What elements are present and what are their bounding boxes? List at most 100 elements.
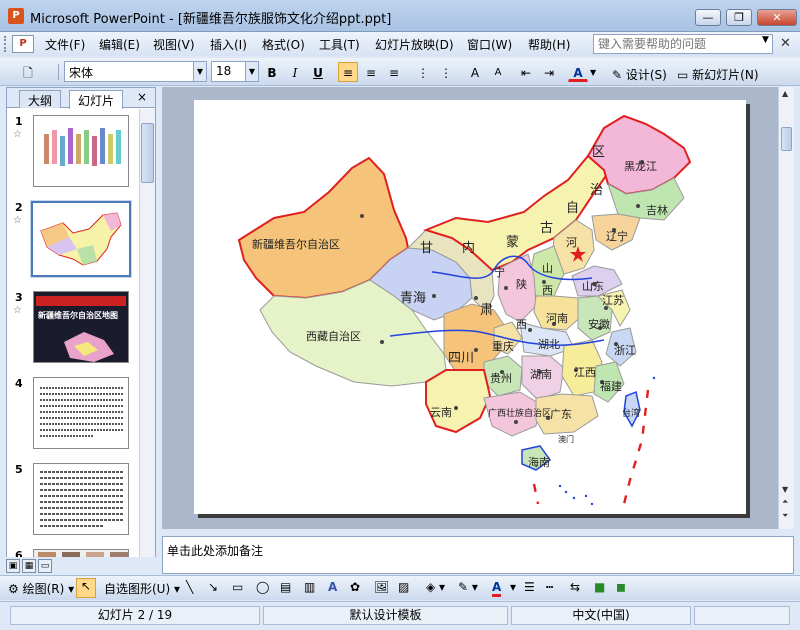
rectangle-tool-icon[interactable]: ▭ <box>232 580 243 594</box>
region-yunnan <box>425 369 492 434</box>
slide5-text-preview <box>40 471 124 527</box>
oval-tool-icon[interactable]: ◯ <box>256 580 269 594</box>
powerpoint-app-icon[interactable]: P <box>8 8 24 24</box>
font-name-dropdown-icon[interactable]: ▼ <box>193 61 207 82</box>
italic-button[interactable]: I <box>285 62 305 82</box>
slide-thumbnail[interactable] <box>33 115 129 187</box>
numbered-list-icon[interactable]: ⋮ <box>413 62 433 82</box>
restore-button[interactable]: ❐ <box>726 9 752 26</box>
new-slide-button[interactable]: ▭ 新幻灯片(N) <box>677 66 759 83</box>
next-slide-icon[interactable]: ⏷ <box>782 511 788 521</box>
slide1-preview <box>44 128 121 166</box>
pane-close-icon[interactable]: × <box>137 90 147 104</box>
3d-style-icon[interactable]: ◼ <box>616 580 626 594</box>
increase-indent-icon[interactable]: ⇥ <box>539 62 559 82</box>
scroll-up-icon[interactable]: ▲ <box>782 89 788 98</box>
menu-slideshow[interactable]: 幻灯片放映(D) <box>375 36 454 53</box>
align-right-icon[interactable]: ≡ <box>384 62 404 82</box>
slide-thumbnail[interactable]: 新疆维吾尔自治区地图 <box>33 291 129 363</box>
font-color-dropdown-icon[interactable]: ▼ <box>590 68 596 77</box>
close-button[interactable]: ✕ <box>757 9 797 26</box>
shadow-style-icon[interactable]: ■ <box>594 580 605 594</box>
dash-style-icon[interactable]: ┅ <box>546 580 553 594</box>
draw-menu-button[interactable]: ⚙ 绘图(R) ▾ <box>8 580 74 597</box>
picture-icon[interactable]: ▨ <box>398 580 409 594</box>
menu-help[interactable]: 帮助(H) <box>528 36 570 53</box>
menu-window[interactable]: 窗口(W) <box>467 36 512 53</box>
tab-outline[interactable]: 大纲 <box>19 90 62 108</box>
minimize-button[interactable]: — <box>695 9 721 26</box>
previous-slide-icon[interactable]: ⏶ <box>782 497 788 507</box>
select-pointer-icon[interactable]: ↖ <box>76 578 96 598</box>
underline-button[interactable]: U <box>308 62 328 82</box>
increase-font-icon[interactable]: A <box>465 62 485 82</box>
label-su: 肃 <box>480 303 493 318</box>
menu-insert[interactable]: 插入(I) <box>210 36 247 53</box>
notes-pane[interactable]: 单击此处添加备注 <box>162 536 794 574</box>
slide4-text-preview <box>40 387 124 437</box>
slide3-preview <box>64 332 114 362</box>
label-ningxia: 宁 <box>494 265 505 279</box>
font-name-select[interactable]: 宋体 <box>64 61 194 82</box>
slide-number: 2 <box>15 201 23 214</box>
label-zi: 自 <box>566 201 579 216</box>
fill-color-icon[interactable]: ◈ ▾ <box>426 580 445 594</box>
current-slide[interactable]: 黑龙江 吉林 辽宁 新疆维吾尔自治区 西藏自治区 青海 甘 肃 内 蒙 古 自 … <box>194 100 746 514</box>
document-close-icon[interactable]: ✕ <box>780 36 791 51</box>
menu-format[interactable]: 格式(O) <box>262 36 305 53</box>
slide-thumbnail[interactable] <box>33 377 129 449</box>
font-color-icon[interactable]: A <box>568 62 588 82</box>
document-icon[interactable]: P <box>12 35 34 53</box>
bullet-list-icon[interactable]: ⋮ <box>436 62 456 82</box>
vertical-textbox-icon[interactable]: ▥ <box>304 580 315 594</box>
label-jilin: 吉林 <box>646 203 668 217</box>
line-style-icon[interactable]: ☰ <box>524 580 535 594</box>
design-template[interactable]: 默认设计模板 <box>263 606 508 625</box>
slide-thumbnail[interactable] <box>33 463 129 535</box>
thumbnails-scrollbar[interactable] <box>139 109 155 557</box>
new-document-icon[interactable]: 🗋 <box>18 62 38 82</box>
wordart-icon[interactable]: A <box>328 580 337 594</box>
slide-scrollbar[interactable]: ▲ ▼ ⏶ ⏷ <box>778 87 794 529</box>
menu-edit[interactable]: 编辑(E) <box>99 36 140 53</box>
scrollbar-thumb[interactable] <box>141 123 154 183</box>
font-size-select[interactable]: 18 <box>211 61 247 82</box>
menu-view[interactable]: 视图(V) <box>153 36 195 53</box>
autoshapes-menu-button[interactable]: 自选图形(U) ▾ <box>104 580 180 597</box>
status-empty-cell <box>694 606 790 625</box>
menu-tools[interactable]: 工具(T) <box>319 36 360 53</box>
scrollbar-thumb[interactable] <box>781 127 792 151</box>
font-color-dropdown-icon[interactable]: ▾ <box>510 580 516 594</box>
slide-sorter-view-icon[interactable]: ▦ <box>22 559 36 573</box>
drawbar-font-color-icon[interactable]: A <box>492 580 502 597</box>
slideshow-view-icon[interactable]: ▭ <box>38 559 52 573</box>
align-center-icon[interactable]: ≡ <box>361 62 381 82</box>
clipart-icon[interactable]: 🖼 <box>374 580 389 594</box>
slides-pane: 大纲 幻灯片 × 1 ☆ 2 ☆ 3 ☆ 新疆维吾尔自治区地图 4 5 6 <box>6 87 156 557</box>
bold-button[interactable]: B <box>262 62 282 82</box>
menu-file[interactable]: 文件(F) <box>45 36 85 53</box>
textbox-tool-icon[interactable]: ▤ <box>280 580 291 594</box>
align-left-icon[interactable]: ≡ <box>338 62 358 82</box>
help-search-input[interactable] <box>593 34 773 54</box>
toolbar-separator <box>58 64 59 80</box>
design-button[interactable]: ✎ 设计(S) <box>612 66 667 83</box>
line-color-icon[interactable]: ✎ ▾ <box>458 580 478 594</box>
arrow-tool-icon[interactable]: ↘ <box>208 580 218 594</box>
decrease-font-icon[interactable]: A <box>488 62 508 82</box>
normal-view-icon[interactable]: ▣ <box>6 559 20 573</box>
design-label: 设计(S) <box>625 68 667 82</box>
arrow-style-icon[interactable]: ⇆ <box>570 580 580 594</box>
slide-thumbnail[interactable] <box>33 549 129 557</box>
slide2-preview <box>40 212 122 266</box>
slide-thumbnail-selected[interactable] <box>30 200 132 278</box>
font-size-dropdown-icon[interactable]: ▼ <box>245 61 259 82</box>
line-tool-icon[interactable]: ╲ <box>186 580 193 594</box>
tab-slides[interactable]: 幻灯片 <box>69 90 124 109</box>
scroll-down-icon[interactable]: ▼ <box>782 485 788 494</box>
help-dropdown-icon[interactable]: ▼ <box>762 35 769 45</box>
decrease-indent-icon[interactable]: ⇤ <box>516 62 536 82</box>
diagram-icon[interactable]: ✿ <box>350 580 360 594</box>
menubar-gripper[interactable] <box>4 36 7 52</box>
label-zhejiang: 浙江 <box>614 344 636 357</box>
